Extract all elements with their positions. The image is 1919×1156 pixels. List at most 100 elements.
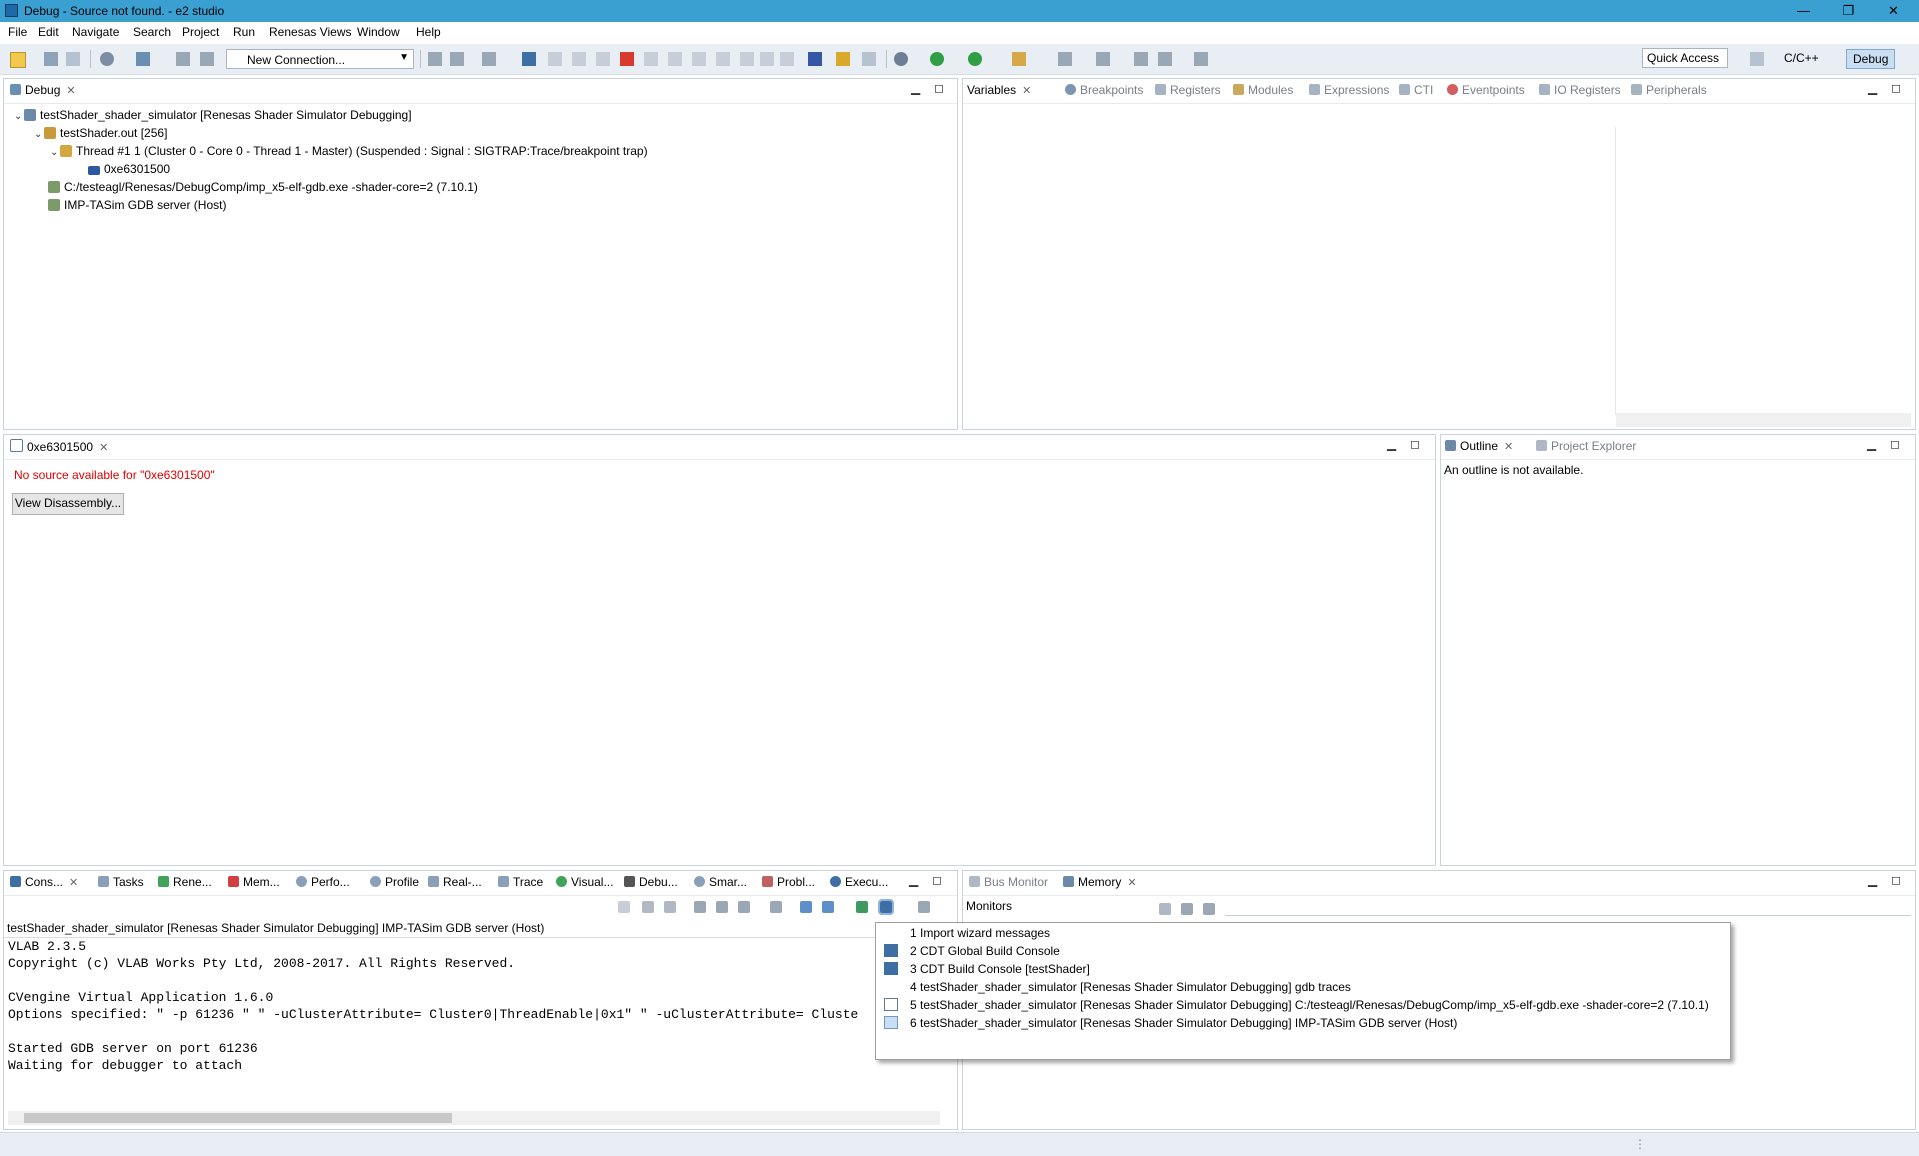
tab-debug[interactable]: Debug ✕ (10, 83, 76, 97)
run-icon[interactable] (930, 52, 944, 66)
save-icon[interactable] (44, 52, 58, 66)
terminate-icon[interactable] (620, 52, 634, 66)
mountain-icon[interactable] (808, 52, 822, 66)
menu-file[interactable]: File (8, 25, 27, 39)
tree-item-server[interactable]: IMP-TASim GDB server (Host) (48, 198, 226, 212)
instruction-step-icon[interactable] (740, 52, 754, 66)
last-edit-icon[interactable] (1134, 52, 1148, 66)
tree-item-thread[interactable]: ⌄ Thread #1 1 (Cluster 0 - Core 0 - Threa… (50, 144, 648, 158)
menu-edit[interactable]: Edit (38, 25, 59, 39)
refresh-icon[interactable] (176, 52, 190, 66)
scrollbar-thumb[interactable] (24, 1113, 452, 1123)
menu-project[interactable]: Project (182, 25, 219, 39)
connection-select[interactable]: New Connection... ▼ (226, 49, 414, 69)
remove-launch-icon[interactable] (642, 901, 654, 913)
run-coverage-icon[interactable] (968, 52, 982, 66)
show-on-output-icon[interactable] (800, 901, 812, 913)
toolbar-misc-icon[interactable] (482, 52, 496, 66)
close-icon[interactable]: ✕ (1504, 441, 1513, 453)
maximize-icon[interactable]: ◻ (1410, 437, 1420, 451)
remove-all-icon[interactable] (664, 901, 676, 913)
tab-variables[interactable]: Variables ✕ (967, 83, 1031, 97)
horizontal-scrollbar[interactable] (1616, 413, 1911, 427)
tab-eventpoints[interactable]: Eventpoints (1447, 83, 1525, 97)
step-into-icon[interactable] (668, 52, 682, 66)
quick-access-input[interactable]: Quick Access (1642, 48, 1728, 68)
minimize-icon[interactable]: ▁ (1387, 437, 1396, 451)
close-button[interactable]: ✕ (1871, 0, 1916, 22)
tab-profile[interactable]: Profile (370, 875, 419, 889)
tab-problems[interactable]: Probl... (762, 875, 815, 889)
next-annotation-icon[interactable] (1058, 52, 1072, 66)
tab-registers[interactable]: Registers (1155, 83, 1221, 97)
tree-item-gdb[interactable]: C:/testeagl/Renesas/DebugComp/imp_x5-elf… (48, 180, 478, 194)
add-monitor-icon[interactable] (1159, 903, 1171, 915)
terminate-console-icon[interactable] (618, 901, 630, 913)
tab-modules[interactable]: Modules (1233, 83, 1293, 97)
new-icon[interactable] (10, 52, 26, 68)
forward-icon[interactable] (1194, 52, 1208, 66)
open-perspective-icon[interactable] (1750, 52, 1764, 66)
remove-monitor-icon[interactable] (1181, 903, 1193, 915)
tab-memory[interactable]: Memory ✕ (1063, 875, 1137, 889)
tab-memory-usage[interactable]: Mem... (228, 875, 280, 889)
tab-outline[interactable]: Outline ✕ (1445, 439, 1513, 453)
debug-config-icon[interactable] (100, 52, 114, 66)
maximize-icon[interactable]: ◻ (1891, 873, 1901, 887)
display-console-icon[interactable] (878, 899, 894, 915)
reset-icon[interactable] (760, 52, 774, 66)
prev-annotation-icon[interactable] (1096, 52, 1110, 66)
menu-item-console[interactable]: 4 testShader_shader_simulator [Renesas S… (876, 977, 1730, 997)
tab-trace[interactable]: Trace (498, 875, 543, 889)
tab-breakpoints[interactable]: Breakpoints (1065, 83, 1143, 97)
menu-run[interactable]: Run (233, 25, 255, 39)
maximize-button[interactable]: ❐ (1826, 0, 1871, 22)
tab-tasks[interactable]: Tasks (98, 875, 144, 889)
close-icon[interactable]: ✕ (1022, 85, 1031, 97)
console-scrollbar[interactable] (8, 1111, 940, 1125)
close-icon[interactable]: ✕ (69, 877, 78, 889)
menu-window[interactable]: Window (357, 25, 400, 39)
restart-icon[interactable] (780, 52, 794, 66)
minimize-icon[interactable]: ▁ (911, 81, 920, 95)
maximize-icon[interactable]: ◻ (932, 873, 942, 887)
menu-item-console[interactable]: 1 Import wizard messages (876, 923, 1730, 943)
close-icon[interactable]: ✕ (66, 85, 75, 97)
save-all-icon[interactable] (66, 52, 80, 66)
debug-launch-icon[interactable] (894, 52, 908, 66)
step-over-icon[interactable] (692, 52, 706, 66)
step-return-icon[interactable] (716, 52, 730, 66)
tab-peripherals[interactable]: Peripherals (1631, 83, 1707, 97)
perspective-cpp[interactable]: C/C++ (1778, 49, 1825, 69)
external-tools-icon[interactable] (1012, 52, 1026, 66)
open-console-icon[interactable] (918, 901, 930, 913)
perspective-debug[interactable]: Debug (1846, 49, 1896, 69)
build-icon[interactable] (136, 52, 150, 66)
pen-icon[interactable] (836, 52, 850, 66)
show-on-error-icon[interactable] (822, 901, 834, 913)
tab-smart[interactable]: Smar... (694, 875, 747, 889)
tab-debug-console[interactable]: Debu... (624, 875, 678, 889)
tab-performance[interactable]: Perfo... (296, 875, 350, 889)
tab-expressions[interactable]: Expressions (1309, 83, 1389, 97)
menu-help[interactable]: Help (416, 25, 441, 39)
menu-navigate[interactable]: Navigate (72, 25, 119, 39)
skip-breakpoints-icon[interactable] (548, 52, 562, 66)
view-disassembly-button[interactable]: View Disassembly... (12, 493, 124, 515)
terminal-icon[interactable] (522, 52, 536, 66)
back-icon[interactable] (1158, 52, 1172, 66)
tab-console[interactable]: Cons... ✕ (10, 875, 78, 889)
minimize-icon[interactable]: ▁ (1868, 81, 1877, 95)
tab-execution[interactable]: Execu... (830, 875, 888, 889)
remove-all-monitors-icon[interactable] (1203, 903, 1215, 915)
tab-renesas[interactable]: Rene... (158, 875, 212, 889)
menu-item-console[interactable]: 3 CDT Build Console [testShader] (876, 959, 1730, 979)
disconnect-debug-icon[interactable] (644, 52, 658, 66)
resume-icon[interactable] (572, 52, 586, 66)
pin-console-icon[interactable] (770, 901, 782, 913)
tab-cti[interactable]: CTI (1399, 83, 1433, 97)
close-icon[interactable]: ✕ (99, 442, 108, 454)
connect-icon[interactable] (428, 52, 442, 66)
tree-item-frame[interactable]: 0xe6301500 (88, 162, 170, 176)
tab-io-registers[interactable]: IO Registers (1539, 83, 1621, 97)
